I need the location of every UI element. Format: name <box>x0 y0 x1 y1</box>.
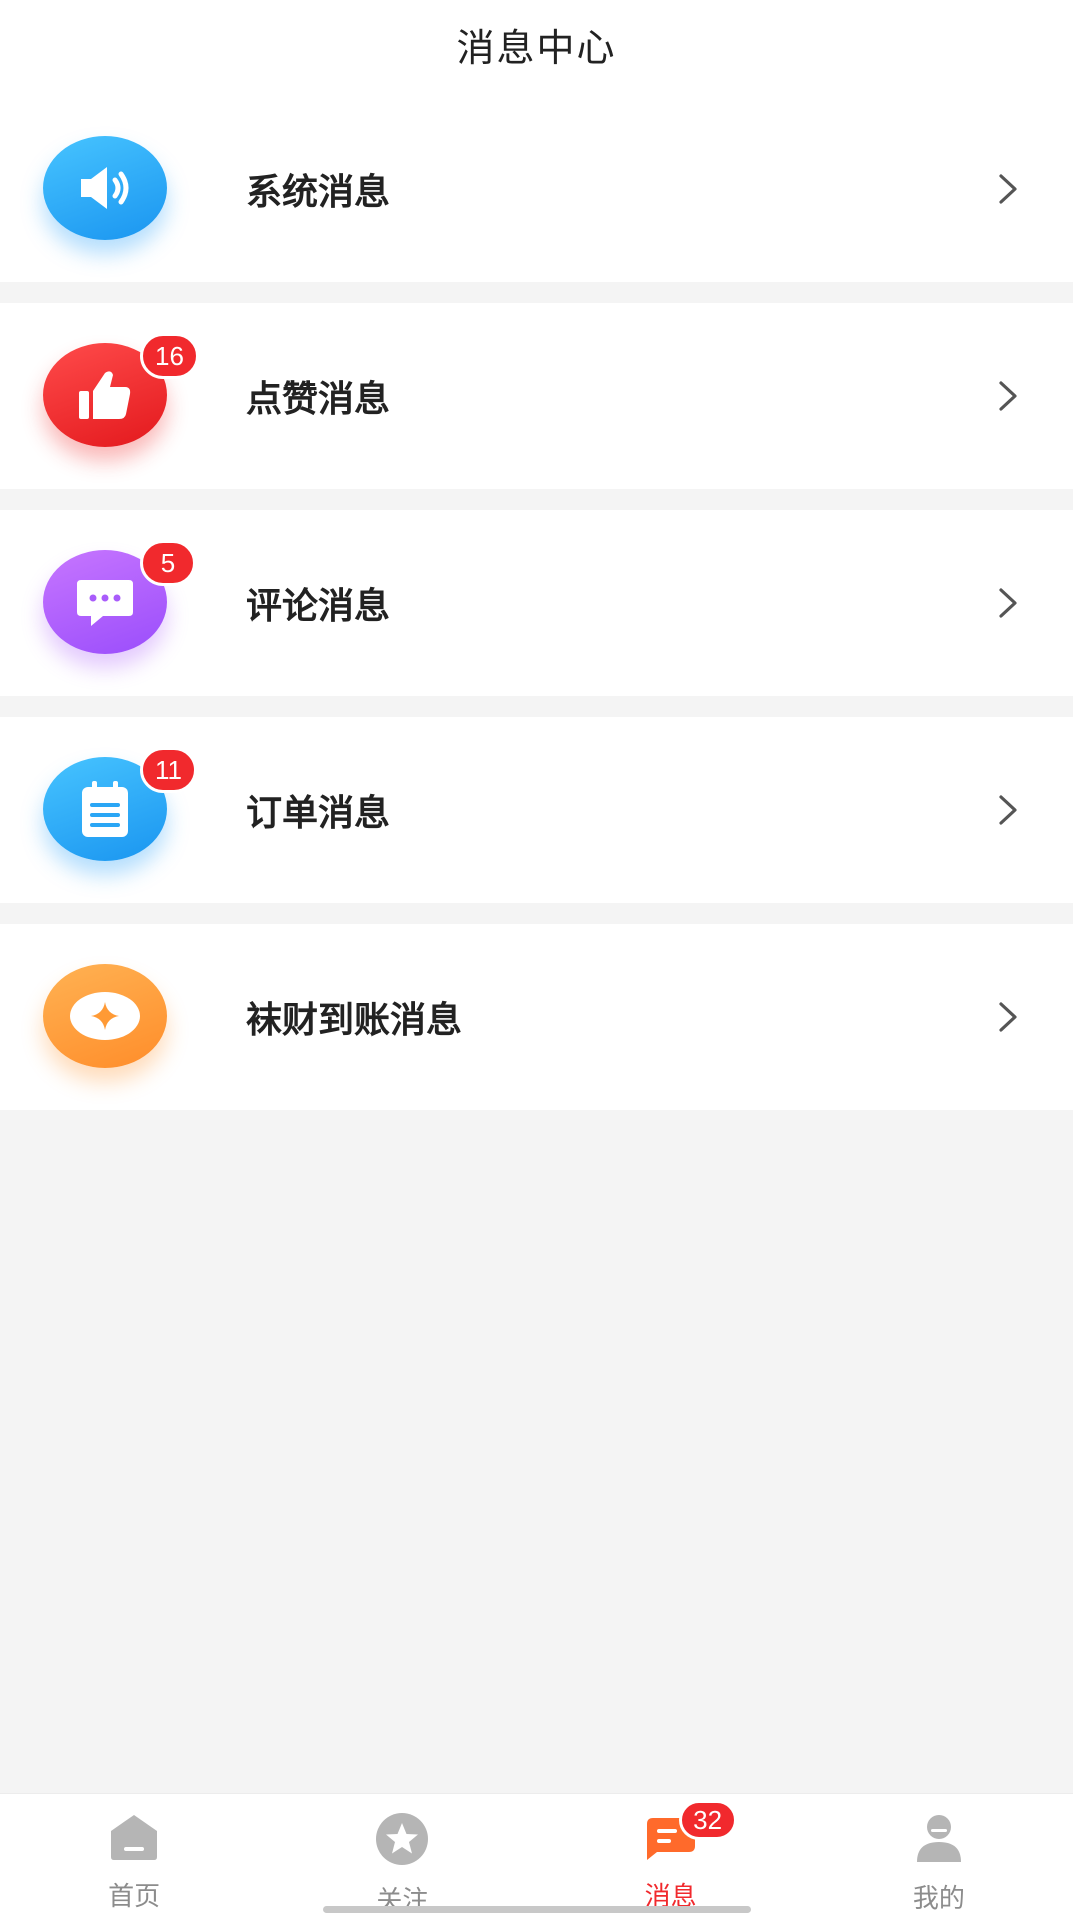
tab-home[interactable]: 首页 <box>0 1794 268 1913</box>
bottom-tab-bar: 首页 关注 32 消息 我的 <box>0 1793 1073 1913</box>
unread-count-badge: 5 <box>140 540 196 586</box>
message-center-page: 消息中心 系统消息 16 点赞消息 5 评论消息 11 订单消息 袜财到账消息 … <box>0 0 1073 1913</box>
page-title: 消息中心 <box>456 25 617 70</box>
home-icon <box>105 1812 163 1862</box>
list-item-system-messages[interactable]: 系统消息 <box>0 96 1073 282</box>
chevron-right-icon <box>999 1002 1017 1032</box>
item-label: 系统消息 <box>246 172 391 213</box>
tab-profile[interactable]: 我的 <box>805 1794 1073 1913</box>
list-item-order-messages[interactable]: 11 订单消息 <box>0 717 1073 903</box>
item-label: 点赞消息 <box>246 379 391 420</box>
chevron-right-icon <box>999 174 1017 204</box>
unread-count-badge: 16 <box>140 333 199 379</box>
chevron-right-icon <box>999 588 1017 618</box>
star-icon <box>373 1812 431 1866</box>
tab-unread-count-badge: 32 <box>678 1800 737 1840</box>
chevron-right-icon <box>999 795 1017 825</box>
item-label: 袜财到账消息 <box>246 1000 463 1041</box>
home-indicator <box>323 1906 751 1913</box>
tab-messages[interactable]: 32 消息 <box>537 1794 805 1913</box>
tab-label: 我的 <box>912 1884 965 1913</box>
tab-follow[interactable]: 关注 <box>268 1794 536 1913</box>
list-item-comment-messages[interactable]: 5 评论消息 <box>0 510 1073 696</box>
chevron-right-icon <box>999 381 1017 411</box>
list-item-income-messages[interactable]: 袜财到账消息 <box>0 924 1073 1110</box>
item-label: 评论消息 <box>246 586 391 627</box>
header: 消息中心 <box>0 0 1073 96</box>
unread-count-badge: 11 <box>140 747 197 793</box>
item-label: 订单消息 <box>246 793 391 834</box>
list-item-like-messages[interactable]: 16 点赞消息 <box>0 303 1073 489</box>
speaker-icon <box>43 136 167 240</box>
coin-icon <box>43 964 167 1068</box>
profile-icon <box>910 1812 968 1864</box>
tab-label: 首页 <box>108 1882 161 1912</box>
message-list: 系统消息 16 点赞消息 5 评论消息 11 订单消息 袜财到账消息 <box>0 96 1073 1110</box>
